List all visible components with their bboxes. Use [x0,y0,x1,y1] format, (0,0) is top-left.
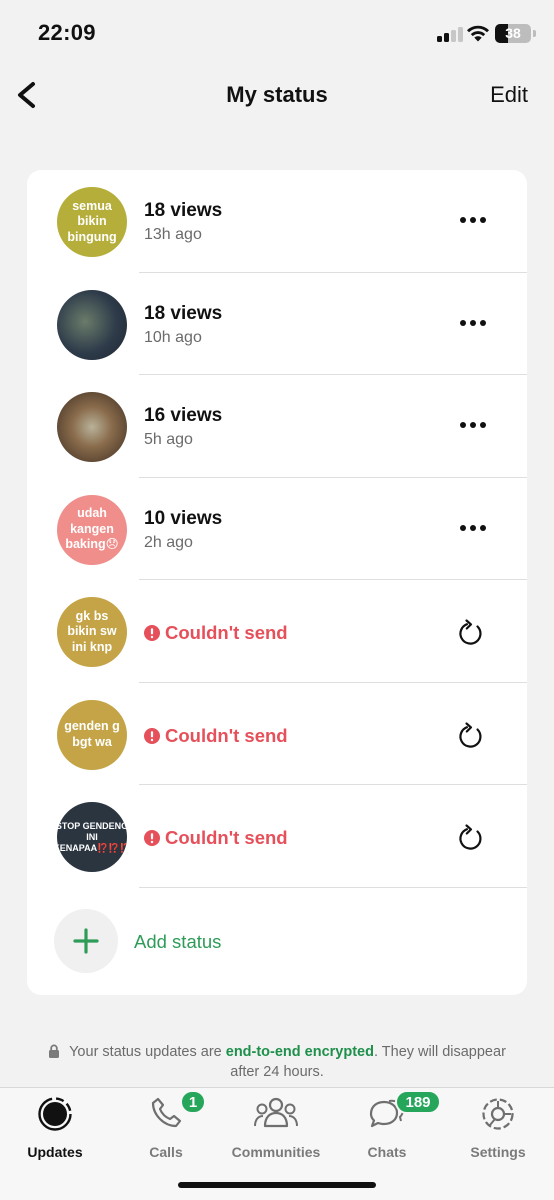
more-options-icon[interactable] [459,319,487,327]
retry-icon[interactable] [457,823,485,853]
tab-updates[interactable]: Updates [0,1096,110,1160]
row-divider [139,374,527,375]
lock-icon [49,1044,60,1058]
status-time: 5h ago [144,431,193,448]
wifi-icon [467,25,489,42]
home-indicator [178,1182,376,1188]
status-thumbnail-text: STOP GENDENG INI KENAPAA⁉️⁉️⁉️ [57,820,127,853]
tab-communities-label: Communities [231,1144,321,1160]
more-options-icon[interactable] [459,216,487,224]
add-status-label: Add status [134,931,222,952]
status-thumbnail-text: udah kangen baking😞 [65,506,119,552]
tab-calls[interactable]: Calls 1 [111,1090,221,1160]
error-icon [144,830,160,846]
navigation-bar: My status Edit [0,66,554,124]
edit-button[interactable]: Edit [490,82,528,108]
gear-icon [482,1098,514,1130]
page-title: My status [226,82,328,107]
send-error-text: Couldn't send [165,827,288,848]
status-thumbnail[interactable] [57,289,127,360]
updates-icon [38,1097,72,1131]
status-thumbnail[interactable]: semua bikin bingung [57,187,127,257]
send-error: Couldn't send [144,827,288,849]
status-time: 10h ago [144,328,202,346]
send-error: Couldn't send [144,622,288,644]
calls-badge: 1 [180,1090,206,1114]
status-thumbnail[interactable]: genden g bgt wa [57,699,127,770]
phone-icon [151,1097,182,1128]
add-status-row[interactable]: Add status [27,887,527,995]
communities-icon [254,1097,298,1128]
battery-icon: 38 [495,24,536,43]
status-thumbnail[interactable] [57,392,127,462]
status-thumbnail-text: genden g bgt wa [64,719,120,749]
status-bar: 22:09 38 [0,0,554,66]
encryption-link[interactable]: end-to-end encrypted [226,1044,374,1060]
status-views: 10 views [144,507,223,529]
row-divider [139,271,527,273]
status-thumbnail-text: gk bs bikin sw ini knp [67,608,117,654]
retry-icon[interactable] [457,618,485,648]
status-thumbnail[interactable]: STOP GENDENG INI KENAPAA⁉️⁉️⁉️ [57,802,127,872]
plus-icon [73,928,99,954]
status-time: 13h ago [144,226,202,243]
status-row[interactable]: udah kangen baking😞 10 views 2h ago [27,478,527,580]
status-thumbnail[interactable]: gk bs bikin sw ini knp [57,597,127,667]
add-status-button[interactable] [54,909,118,973]
send-error-text: Couldn't send [165,622,288,643]
error-icon [144,727,160,744]
tab-chats[interactable]: Chats 189 [332,1090,442,1160]
failed-status-row[interactable]: STOP GENDENG INI KENAPAA⁉️⁉️⁉️ Couldn't s… [27,785,527,888]
error-icon [144,625,160,641]
status-thumbnail-text: semua bikin bingung [67,198,117,244]
status-views: 18 views [144,302,223,324]
more-options-icon[interactable] [459,524,487,532]
status-time: 2h ago [144,533,193,551]
retry-icon[interactable] [457,721,485,751]
failed-status-row[interactable]: gk bs bikin sw ini knp Couldn't send [27,580,527,683]
status-row[interactable]: 16 views 5h ago [27,375,527,478]
encryption-note: Your status updates are end-to-end encry… [40,1042,514,1082]
status-list-card: STOP GENDENG INI KENAPAA⁉️⁉️⁉️ Couldn't s… [27,170,527,995]
battery-level: 38 [505,25,521,41]
status-row[interactable]: 18 views 10h ago [27,273,527,375]
chats-badge: 189 [395,1090,441,1114]
tab-communities[interactable]: Communities [221,1096,331,1160]
row-divider [139,784,527,785]
send-error-text: Couldn't send [165,724,288,746]
row-divider [139,476,527,478]
tab-settings-label: Settings [470,1144,526,1160]
status-thumbnail[interactable]: udah kangen baking😞 [57,494,127,565]
row-divider [139,681,527,683]
clock: 22:09 [38,20,96,45]
tab-calls-label: Calls [149,1144,183,1160]
status-views: 18 views [144,200,223,221]
row-divider [139,579,527,580]
status-row[interactable]: semua bikin bingung 18 views 13h ago [27,170,527,273]
send-error: Couldn't send [144,725,288,747]
more-options-icon[interactable] [459,421,487,429]
tab-updates-label: Updates [27,1144,83,1160]
tab-chats-label: Chats [367,1144,407,1160]
signal-icon [437,26,463,42]
encryption-note-text: Your status updates are [69,1044,226,1060]
tab-settings[interactable]: Settings [443,1096,553,1160]
failed-status-row[interactable]: genden g bgt wa Couldn't send [27,683,527,785]
status-views: 16 views [144,405,223,426]
